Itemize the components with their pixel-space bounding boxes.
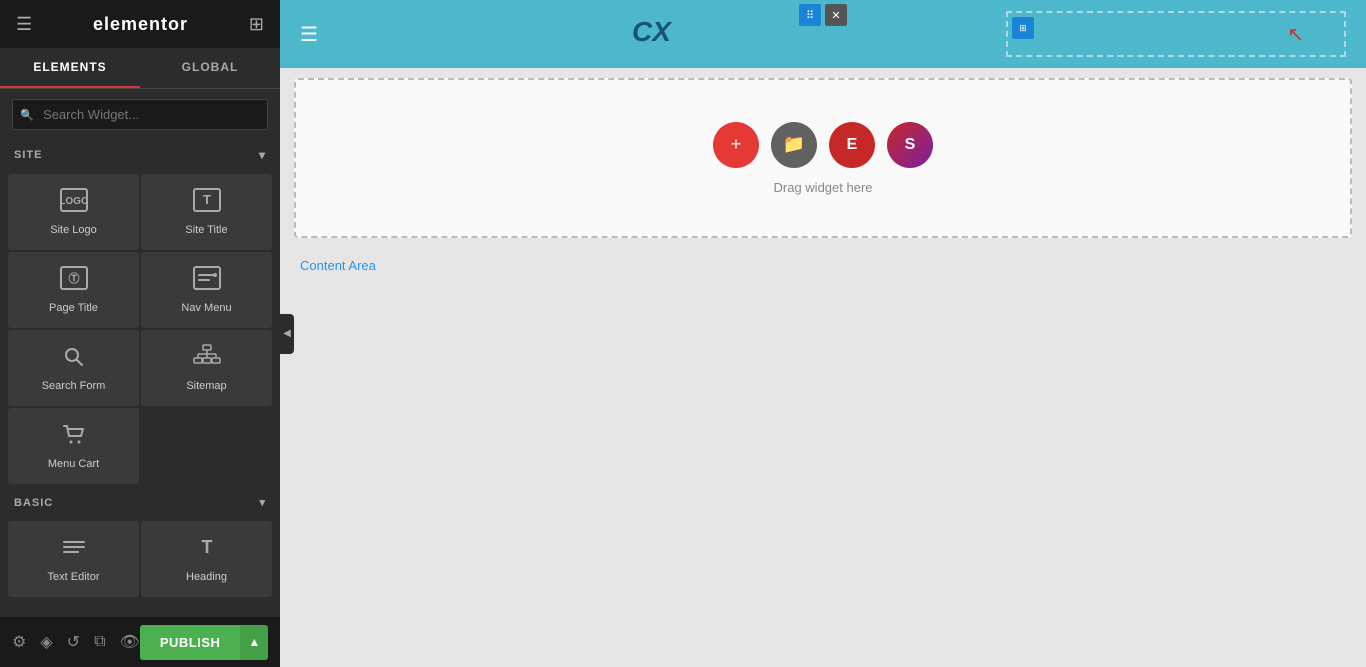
canvas-area: ⠿ ✕ ☰ CX ⊞ ↖ + [280, 0, 1366, 667]
publish-dropdown-button[interactable]: ▲ [240, 625, 268, 660]
nav-menu-icon [193, 266, 221, 296]
svg-text:Ⓣ: Ⓣ [68, 271, 79, 285]
site-section-header[interactable]: SITE ▾ [0, 140, 280, 170]
widgets-grid: LOGO Site Logo T Site Title Ⓣ [0, 170, 280, 488]
basic-widgets-grid: Text Editor T Heading [0, 517, 280, 601]
site-chevron-icon: ▾ [259, 148, 266, 162]
text-editor-icon [60, 535, 88, 565]
svg-text:LOGO: LOGO [60, 196, 88, 207]
settings-icon[interactable]: ⚙ [12, 632, 26, 652]
site-title-icon: T [193, 188, 221, 218]
section-move-button[interactable]: ⠿ [799, 4, 821, 26]
navigator-icon[interactable]: ⧉ [94, 633, 105, 651]
left-panel: ☰ elementor ⊞ ELEMENTS GLOBAL SITE ▾ LOG… [0, 0, 280, 667]
site-section-label: SITE [14, 149, 42, 161]
main-content: ⠿ ✕ ☰ CX ⊞ ↖ + [280, 0, 1366, 667]
svg-text:T: T [201, 537, 212, 557]
layers-icon[interactable]: ◈ [40, 632, 52, 652]
heading-label: Heading [186, 571, 227, 583]
section-close-button[interactable]: ✕ [825, 4, 847, 26]
search-box [0, 89, 280, 140]
widget-search-form[interactable]: Search Form [8, 330, 139, 406]
canvas-logo: CX [632, 11, 692, 58]
site-title-label: Site Title [185, 224, 227, 236]
publish-button[interactable]: PUBLISH [140, 625, 241, 660]
widget-heading[interactable]: T Heading [141, 521, 272, 597]
basic-section-header[interactable]: BASIC ▾ [0, 488, 280, 517]
plugin-s-icon: S [905, 136, 916, 154]
basic-section-label: BASIC [14, 497, 53, 509]
drop-zone[interactable]: + 📁 E S Drag widget here [294, 78, 1352, 238]
widget-text-editor[interactable]: Text Editor [8, 521, 139, 597]
widget-site-title[interactable]: T Site Title [141, 174, 272, 250]
content-area-label: Content Area [280, 248, 1366, 283]
app-title: elementor [93, 14, 188, 35]
search-form-icon [60, 344, 88, 374]
top-bar: ☰ elementor ⊞ [0, 0, 280, 48]
site-logo-icon: LOGO [60, 188, 88, 218]
folder-button[interactable]: 📁 [771, 122, 817, 168]
basic-chevron-icon: ▾ [259, 496, 266, 509]
search-input[interactable] [12, 99, 268, 130]
drag-widget-label: Drag widget here [774, 180, 873, 195]
add-widget-button[interactable]: + [713, 122, 759, 168]
menu-cart-label: Menu Cart [48, 458, 99, 470]
column-control-icon[interactable]: ⊞ [1012, 17, 1034, 39]
panel-toggle-arrow[interactable]: ◀ [280, 314, 294, 354]
bottom-bar: ⚙ ◈ ↺ ⧉ 👁 PUBLISH ▲ [0, 617, 280, 667]
folder-icon: 📁 [783, 134, 805, 155]
nav-menu-label: Nav Menu [181, 302, 231, 314]
preview-icon[interactable]: 👁 [120, 632, 140, 652]
sitemap-label: Sitemap [186, 380, 226, 392]
svg-text:T: T [203, 192, 211, 207]
search-form-label: Search Form [42, 380, 106, 392]
elementor-e-icon: E [847, 136, 858, 154]
site-logo-label: Site Logo [50, 224, 96, 236]
widget-page-title[interactable]: Ⓣ Page Title [8, 252, 139, 328]
canvas-header-section: ⠿ ✕ ☰ CX ⊞ ↖ [280, 0, 1366, 68]
text-editor-label: Text Editor [48, 571, 100, 583]
section-controls: ⠿ ✕ [799, 4, 847, 26]
drop-icons-row: + 📁 E S [713, 122, 933, 168]
panel-tabs: ELEMENTS GLOBAL [0, 48, 280, 89]
search-wrap [12, 99, 268, 130]
canvas-menu-icon[interactable]: ☰ [300, 22, 318, 47]
widget-nav-menu[interactable]: Nav Menu [141, 252, 272, 328]
svg-text:CX: CX [632, 16, 673, 47]
tab-elements[interactable]: ELEMENTS [0, 48, 140, 88]
bottom-icons: ⚙ ◈ ↺ ⧉ 👁 [12, 632, 140, 652]
page-title-label: Page Title [49, 302, 98, 314]
elementor-kit-button[interactable]: E [829, 122, 875, 168]
widget-sitemap[interactable]: Sitemap [141, 330, 272, 406]
plugin-button[interactable]: S [887, 122, 933, 168]
grid-icon[interactable]: ⊞ [249, 14, 264, 35]
publish-wrap: PUBLISH ▲ [140, 625, 268, 660]
sitemap-icon [193, 344, 221, 374]
tab-global[interactable]: GLOBAL [140, 48, 280, 88]
widget-menu-cart[interactable]: Menu Cart [8, 408, 139, 484]
page-title-icon: Ⓣ [60, 266, 88, 296]
heading-icon: T [193, 535, 221, 565]
widget-site-logo[interactable]: LOGO Site Logo [8, 174, 139, 250]
menu-cart-icon [60, 422, 88, 452]
cursor-icon: ↖ [1287, 22, 1304, 47]
hamburger-icon[interactable]: ☰ [16, 14, 32, 35]
canvas-header-right-col: ⊞ ↖ [1006, 11, 1346, 57]
history-icon[interactable]: ↺ [67, 632, 80, 652]
plus-icon: + [731, 134, 742, 155]
